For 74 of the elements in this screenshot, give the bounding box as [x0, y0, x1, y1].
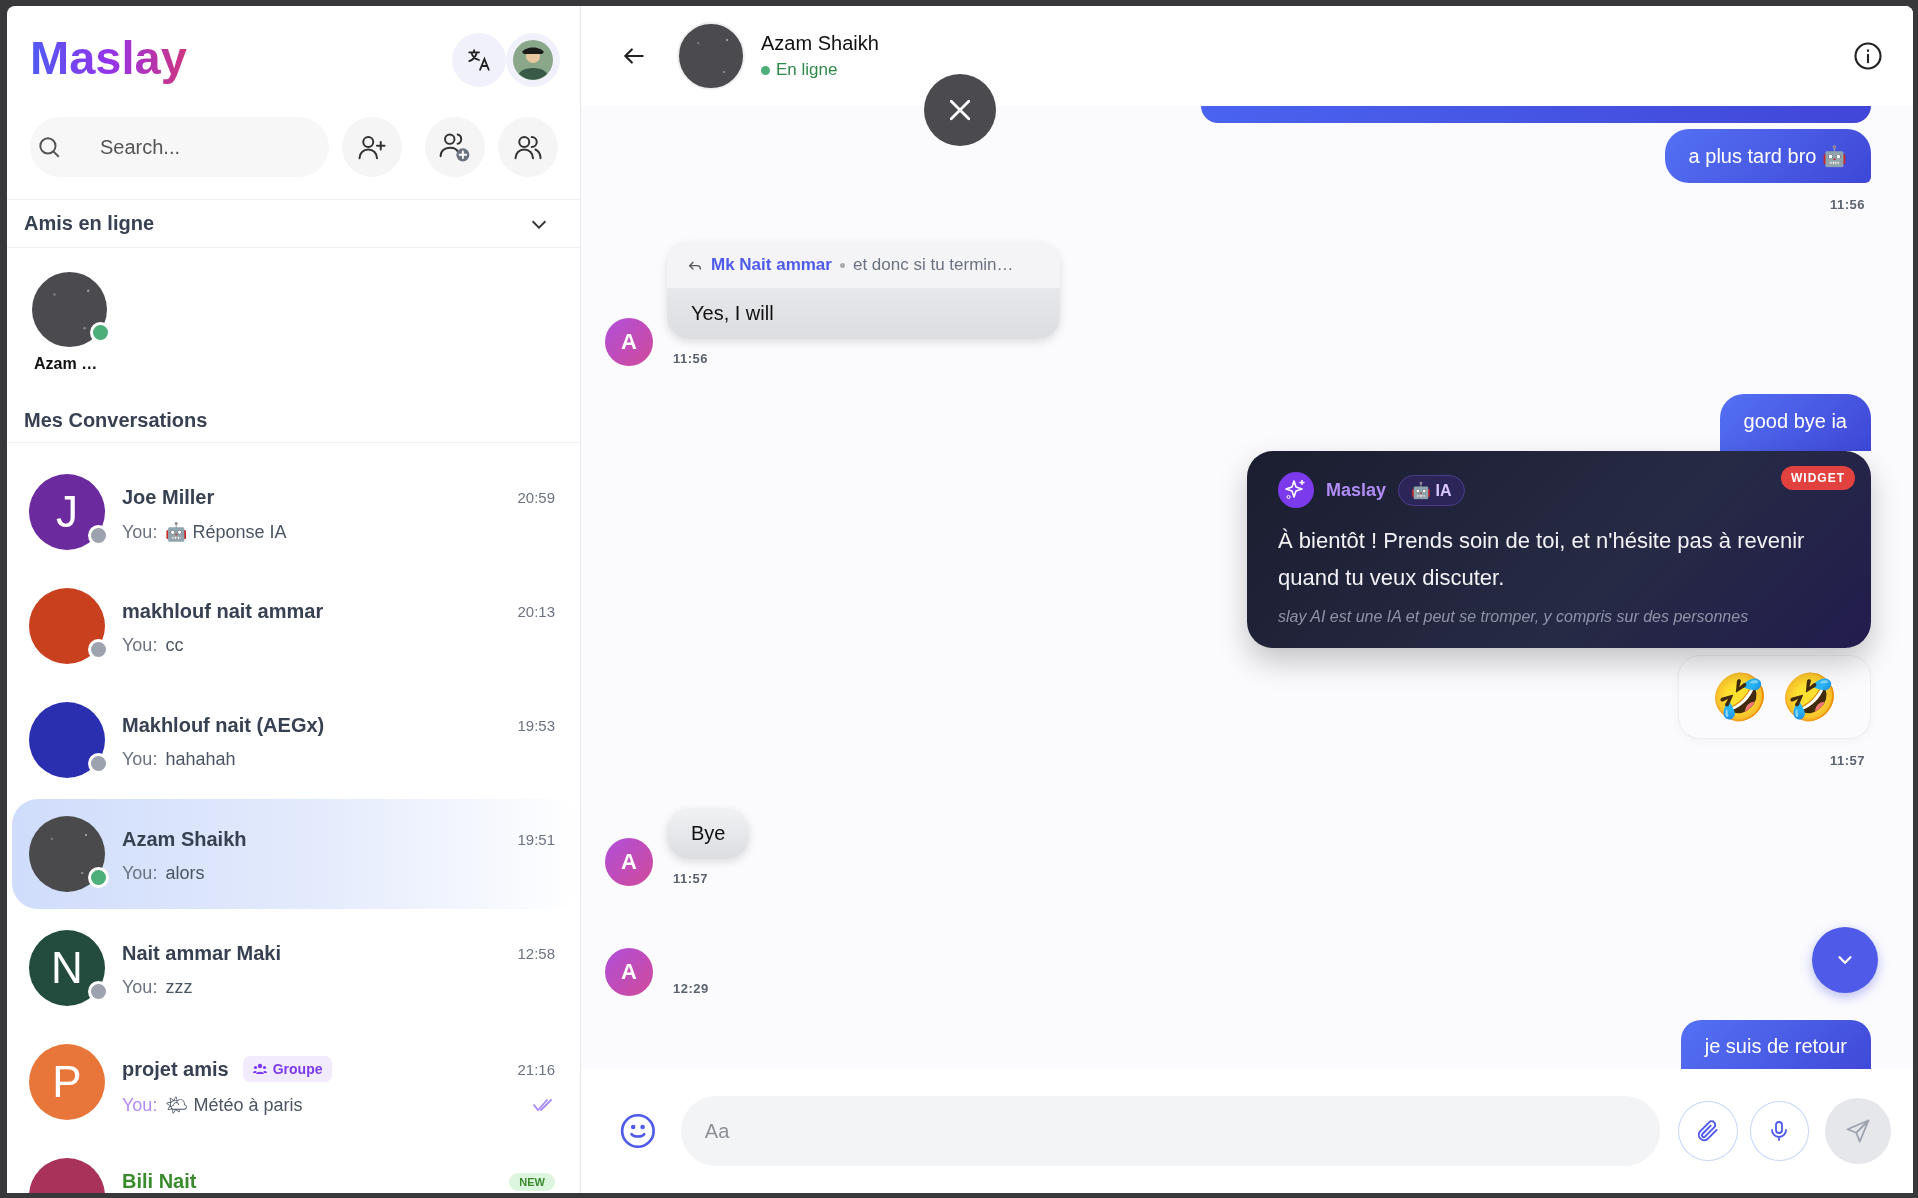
conversation-time: 20:13 — [517, 603, 555, 620]
sender-label: You: — [122, 977, 158, 998]
search-icon — [36, 134, 62, 160]
sender-label: You: — [122, 1094, 158, 1116]
conversation-name: makhlouf nait ammar — [122, 600, 324, 623]
emoji-icon[interactable] — [619, 1112, 657, 1150]
widget-tag: WIDGET — [1781, 466, 1855, 490]
sender-avatar: A — [605, 318, 653, 366]
reply-excerpt: et donc si tu termin… — [852, 255, 1014, 275]
message-bubble: good bye ia — [1719, 394, 1871, 451]
search-bar[interactable]: Search... — [30, 117, 329, 177]
message-time: 11:56 — [1829, 197, 1865, 212]
conversation-name: Azam Shaikh — [122, 828, 247, 851]
conversation-name: Makhlouf nait (AEGx) — [122, 714, 325, 737]
sender-label: You: — [122, 863, 158, 884]
ai-disclaimer: slay AI est une IA et peut se tromper, y compris sur des personnes — [1278, 608, 1750, 626]
sender-label: You: — [122, 749, 158, 770]
conversation-item[interactable]: N Nait ammar Maki 12:58 You: zzz — [12, 913, 580, 1023]
message-preview: 🌤 Météo à paris — [165, 1094, 303, 1116]
conversation-name: Joe Miller — [122, 486, 215, 509]
conversation-item[interactable]: J Joe Miller 20:59 You: 🤖 Réponse IA — [12, 457, 580, 567]
ai-badge: 🤖 IA — [1398, 474, 1465, 506]
message-preview: 🤖 Réponse IA — [165, 521, 287, 543]
message-input[interactable]: Aa — [680, 1096, 1660, 1166]
message-preview: hahahah — [165, 749, 236, 770]
sender-avatar: A — [605, 838, 653, 886]
conversation-item[interactable]: Bili Nait NEW — [12, 1141, 580, 1193]
ai-message-text: À bientôt ! Prends soin de toi, et n'hésite pas à revenir quand tu veux discuter. — [1278, 527, 1806, 592]
message-preview: zzz — [165, 977, 193, 998]
message-bubble: je suis de retour — [1680, 1020, 1871, 1069]
sparkle-icon — [1278, 472, 1314, 508]
message-bubble: a plus tard bro 🤖 — [1664, 129, 1871, 183]
conversation-item[interactable]: Makhlouf nait (AEGx) 19:53 You: hahahah — [12, 685, 580, 795]
conversation-time: 19:53 — [517, 717, 555, 734]
message-text: Bye — [691, 822, 726, 845]
message-time: 11:56 — [673, 351, 709, 366]
scroll-down-button[interactable] — [1812, 927, 1878, 993]
reply-author: Mk Nait ammar — [711, 255, 832, 275]
conversation-time: 12:58 — [517, 945, 555, 962]
conversation-item[interactable]: makhlouf nait ammar 20:13 You: cc — [12, 571, 580, 681]
search-input[interactable]: Search... — [98, 134, 302, 160]
conversation-time: 20:59 — [517, 489, 555, 506]
conversation-name: projet amis — [122, 1057, 229, 1081]
message-time: 11:57 — [1829, 753, 1865, 768]
friend-name: Azam … — [33, 355, 98, 373]
user-silhouette-icon — [513, 39, 553, 80]
conversation-item[interactable]: P projet amis Groupe 21:16 You: 🌤 Météo à paris — [12, 1027, 580, 1137]
sender-avatar: A — [605, 948, 653, 996]
sender-label: You: — [122, 521, 158, 543]
message-preview: cc — [165, 635, 184, 656]
letter-avatar: P — [29, 1044, 105, 1120]
letter-avatar: J — [29, 474, 105, 550]
group-badge-label: Groupe — [272, 1061, 323, 1077]
section-title: Mes Conversations — [24, 409, 208, 431]
new-badge: NEW — [509, 1172, 555, 1191]
message-text: Yes, I will — [690, 301, 775, 326]
ai-author: Maslay — [1326, 479, 1387, 501]
section-title: Amis en ligne — [24, 212, 155, 235]
translate-icon — [466, 46, 492, 73]
letter-avatar: N — [29, 930, 105, 1006]
conversation-name: Nait ammar Maki — [122, 942, 281, 965]
message-time: 11:57 — [673, 871, 709, 886]
conversation-time: 21:16 — [517, 1060, 555, 1078]
conversation-name: Bili Nait — [122, 1170, 197, 1193]
emoji-message: 🤣 🤣 — [1678, 655, 1871, 739]
info-icon[interactable] — [1853, 41, 1883, 71]
status-text: En ligne — [776, 60, 838, 80]
message-time: 12:29 — [673, 981, 709, 996]
conversation-time: 19:51 — [517, 831, 555, 848]
sender-label: You: — [122, 635, 158, 656]
message-preview: alors — [165, 863, 205, 884]
separator-dot — [839, 262, 845, 268]
group-icon — [252, 1063, 267, 1075]
contact-name: Azam Shaikh — [761, 32, 879, 55]
